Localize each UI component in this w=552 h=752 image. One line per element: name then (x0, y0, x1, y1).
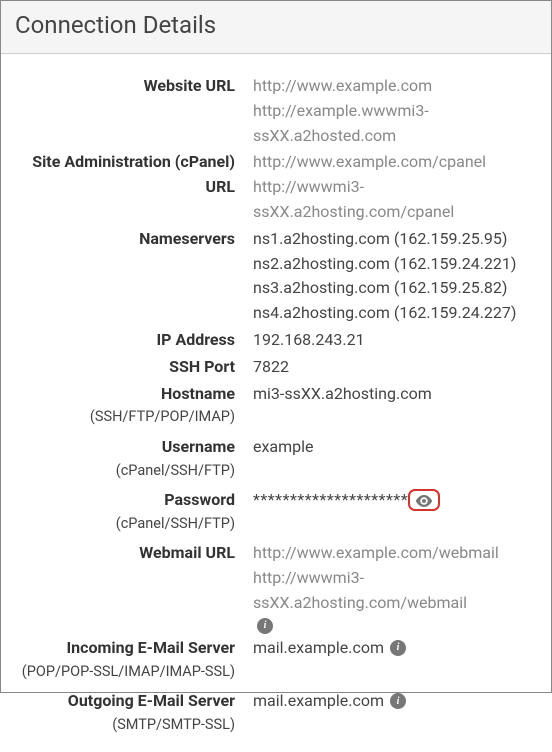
label-username-sub: (cPanel/SSH/FTP) (15, 460, 235, 482)
row-nameservers: Nameservers ns1.a2hosting.com (162.159.2… (15, 227, 537, 326)
label-outgoing-mail-sub: (SMTP/SMTP-SSL) (15, 714, 235, 736)
nameserver-value: ns3.a2hosting.com (162.159.25.82) (253, 276, 537, 301)
admin-url-link[interactable]: http://www.example.com/cpanel (253, 150, 537, 175)
label-nameservers: Nameservers (15, 227, 235, 252)
row-admin-url: Site Administration (cPanel) URL http://… (15, 150, 537, 224)
webmail-url-link[interactable]: http://www.example.com/webmail (253, 541, 537, 566)
label-username: Username (15, 435, 235, 460)
label-hostname-sub: (SSH/FTP/POP/IMAP) (15, 406, 235, 428)
admin-url-link[interactable]: http://wwwmi3-ssXX.a2hosting.com/cpanel (253, 175, 537, 225)
row-ip-address: IP Address 192.168.243.21 (15, 328, 537, 353)
website-url-link[interactable]: http://example.wwwmi3-ssXX.a2hosted.com (253, 99, 537, 149)
label-ssh-port: SSH Port (15, 355, 235, 380)
panel-body: Website URL http://www.example.com http:… (1, 54, 551, 752)
website-url-link[interactable]: http://www.example.com (253, 74, 537, 99)
label-password: Password (15, 488, 235, 513)
info-icon[interactable]: i (257, 618, 273, 634)
label-hostname: Hostname (15, 382, 235, 407)
hostname-value: mi3-ssXX.a2hosting.com (253, 382, 537, 407)
label-ip-address: IP Address (15, 328, 235, 353)
label-incoming-mail: Incoming E-Mail Server (15, 636, 235, 661)
label-incoming-mail-sub: (POP/POP-SSL/IMAP/IMAP-SSL) (15, 661, 235, 683)
row-hostname: Hostname (SSH/FTP/POP/IMAP) mi3-ssXX.a2h… (15, 382, 537, 429)
panel-header: Connection Details (1, 1, 551, 54)
row-website-url: Website URL http://www.example.com http:… (15, 74, 537, 148)
label-website-url: Website URL (15, 74, 235, 99)
label-password-sub: (cPanel/SSH/FTP) (15, 513, 235, 535)
info-icon[interactable]: i (390, 693, 406, 709)
nameserver-value: ns2.a2hosting.com (162.159.24.221) (253, 252, 537, 277)
password-masked: ********************* (253, 488, 408, 513)
row-ssh-port: SSH Port 7822 (15, 355, 537, 380)
row-outgoing-mail: Outgoing E-Mail Server (SMTP/SMTP-SSL) m… (15, 689, 537, 736)
panel-title: Connection Details (15, 11, 537, 39)
label-webmail-url: Webmail URL (15, 541, 235, 566)
ip-address-value: 192.168.243.21 (253, 328, 537, 353)
row-incoming-mail: Incoming E-Mail Server (POP/POP-SSL/IMAP… (15, 636, 537, 683)
eye-icon (415, 495, 433, 507)
nameserver-value: ns1.a2hosting.com (162.159.25.95) (253, 227, 537, 252)
incoming-mail-value: mail.example.com (253, 636, 384, 661)
label-admin-url: Site Administration (cPanel) URL (15, 150, 235, 200)
row-username: Username (cPanel/SSH/FTP) example (15, 435, 537, 482)
reveal-password-button[interactable] (408, 489, 440, 511)
username-value: example (253, 435, 537, 460)
row-password: Password (cPanel/SSH/FTP) **************… (15, 488, 537, 535)
row-webmail-url: Webmail URL http://www.example.com/webma… (15, 541, 537, 633)
ssh-port-value: 7822 (253, 355, 537, 380)
webmail-url-link[interactable]: http://wwwmi3-ssXX.a2hosting.com/webmail (253, 566, 537, 616)
nameserver-value: ns4.a2hosting.com (162.159.24.227) (253, 301, 537, 326)
info-icon[interactable]: i (390, 640, 406, 656)
